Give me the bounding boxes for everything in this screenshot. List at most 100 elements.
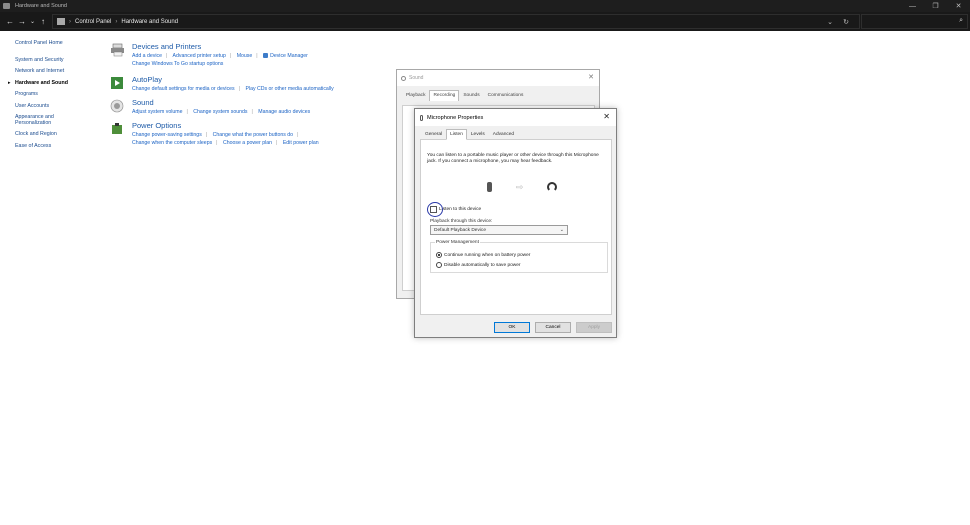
sound-dialog-title-bar: Sound ✕ (397, 70, 599, 86)
category-devices-and-printers: Devices and Printers Add a device | Advan… (110, 43, 308, 68)
breadcrumb-control-panel[interactable]: Control Panel (75, 19, 111, 25)
mic-dialog-title-bar: Microphone Properties ✕ (415, 109, 616, 126)
microphone-icon (420, 114, 423, 121)
maximize-button[interactable]: ❐ (924, 0, 947, 12)
control-panel-icon (3, 3, 10, 9)
link-computer-sleeps[interactable]: Change when the computer sleeps (132, 140, 212, 146)
breadcrumb-hardware-and-sound[interactable]: Hardware and Sound (121, 19, 178, 25)
link-adjust-system-volume[interactable]: Adjust system volume (132, 109, 182, 115)
category-title-power-options[interactable]: Power Options (132, 122, 319, 130)
link-advanced-printer-setup[interactable]: Advanced printer setup (173, 53, 226, 59)
nav-user-accounts[interactable]: User Accounts (15, 103, 95, 109)
listen-description: You can listen to a portable music playe… (427, 153, 599, 164)
category-sound: Sound Adjust system volume | Change syste… (110, 99, 310, 116)
nav-ease-of-access[interactable]: Ease of Access (15, 143, 95, 149)
annotation-circle (427, 202, 443, 217)
breadcrumb-separator-icon: › (69, 18, 71, 25)
tab-advanced[interactable]: Advanced (489, 129, 518, 140)
link-change-default-settings[interactable]: Change default settings for media or dev… (132, 86, 235, 92)
breadcrumb-separator-icon: › (115, 18, 118, 25)
tab-recording[interactable]: Recording (429, 90, 460, 101)
chevron-down-icon[interactable]: ⌄ (560, 227, 564, 233)
category-autoplay: AutoPlay Change default settings for med… (110, 76, 334, 93)
speaker-icon[interactable] (110, 99, 126, 113)
nav-programs[interactable]: Programs (15, 91, 95, 97)
nav-appearance-and-personalization[interactable]: Appearance and Personalization (15, 114, 65, 126)
address-box[interactable]: › Control Panel › Hardware and Sound ⌄ ↻ (52, 14, 860, 29)
power-options-icon[interactable] (110, 122, 126, 136)
headphones-icon (546, 182, 557, 192)
minimize-button[interactable]: — (901, 0, 924, 12)
apply-button[interactable]: Apply (576, 322, 612, 333)
refresh-icon[interactable]: ↻ (843, 18, 849, 26)
link-add-a-device[interactable]: Add a device (132, 53, 162, 59)
nav-system-and-security[interactable]: System and Security (15, 57, 95, 63)
playback-through-label: Playback through this device: (430, 219, 493, 224)
nav-clock-and-region[interactable]: Clock and Region (15, 131, 95, 137)
listen-tab-panel: You can listen to a portable music playe… (420, 139, 612, 315)
tab-levels[interactable]: Levels (467, 129, 489, 140)
forward-arrow-icon[interactable]: → (16, 17, 28, 26)
search-icon[interactable]: ⌕ (959, 17, 963, 25)
playback-device-select[interactable]: Default Playback Device ⌄ (430, 225, 568, 235)
address-dropdown-icon[interactable]: ⌄ (827, 18, 833, 26)
link-change-system-sounds[interactable]: Change system sounds (193, 109, 247, 115)
microphone-icon (487, 182, 492, 192)
radio-disable-automatically-label[interactable]: Disable automatically to save power (444, 263, 521, 268)
listen-illustration: ⇨ (487, 180, 557, 194)
link-edit-power-plan[interactable]: Edit power plan (283, 140, 319, 146)
sound-dialog-close-button[interactable]: ✕ (588, 73, 594, 81)
control-panel-icon (57, 18, 65, 25)
category-power-options: Power Options Change power-saving settin… (110, 122, 319, 147)
playback-device-value: Default Playback Device (434, 227, 486, 233)
radio-continue-running-row[interactable]: Continue running when on battery power (436, 252, 530, 258)
radio-disable-automatically-row[interactable]: Disable automatically to save power (436, 262, 521, 268)
mic-dialog-close-button[interactable]: ✕ (603, 112, 610, 121)
radio-disable-automatically[interactable] (436, 262, 442, 268)
sound-dialog-title: Sound (409, 75, 424, 81)
window-controls: — ❐ ✕ (901, 0, 970, 12)
printer-icon[interactable] (110, 43, 126, 57)
microphone-properties-dialog: Microphone Properties ✕ General Listen L… (414, 108, 617, 338)
tab-listen[interactable]: Listen (446, 129, 467, 140)
back-arrow-icon[interactable]: ← (4, 17, 16, 26)
left-navigation: Control Panel Home System and Security N… (8, 40, 95, 154)
link-manage-audio-devices[interactable]: Manage audio devices (258, 109, 310, 115)
arrow-right-icon: ⇨ (515, 181, 524, 192)
search-input[interactable]: ⌕ (861, 14, 968, 29)
tab-playback[interactable]: Playback (402, 90, 429, 101)
sound-dialog-tabs: Playback Recording Sounds Communications (402, 90, 599, 101)
up-arrow-icon[interactable]: ↑ (37, 17, 49, 26)
category-links: Add a device | Advanced printer setup | Mo… (132, 53, 308, 59)
nav-hardware-and-sound[interactable]: Hardware and Sound (8, 80, 95, 86)
link-choose-power-plan[interactable]: Choose a power plan (223, 140, 272, 146)
nav-network-and-internet[interactable]: Network and Internet (15, 68, 95, 74)
radio-continue-running-label[interactable]: Continue running when on battery power (444, 253, 530, 258)
mic-dialog-tabs: General Listen Levels Advanced (421, 129, 616, 140)
recent-locations-icon[interactable]: ⌄ (28, 18, 37, 25)
close-window-button[interactable]: ✕ (947, 0, 970, 12)
cancel-button[interactable]: Cancel (535, 322, 571, 333)
nav-control-panel-home[interactable]: Control Panel Home (15, 40, 95, 46)
category-title-devices-and-printers[interactable]: Devices and Printers (132, 43, 308, 51)
category-title-autoplay[interactable]: AutoPlay (132, 76, 334, 84)
link-device-manager[interactable]: Device Manager (270, 53, 308, 59)
autoplay-icon[interactable] (110, 76, 126, 90)
window-title-bar: Hardware and Sound — ❐ ✕ (0, 0, 970, 12)
shield-icon (263, 53, 269, 59)
link-play-cds[interactable]: Play CDs or other media automatically (245, 86, 333, 92)
link-change-windows-to-go[interactable]: Change Windows To Go startup options (132, 61, 223, 67)
radio-continue-running[interactable] (436, 252, 442, 258)
tab-sounds[interactable]: Sounds (459, 90, 483, 101)
link-change-power-saving[interactable]: Change power-saving settings (132, 132, 202, 138)
link-power-buttons[interactable]: Change what the power buttons do (213, 132, 293, 138)
link-mouse[interactable]: Mouse (237, 53, 253, 59)
power-management-group: Power Management Continue running when o… (430, 240, 608, 273)
window-title: Hardware and Sound (15, 3, 67, 9)
dialog-buttons: OK Cancel Apply (415, 322, 618, 334)
ok-button[interactable]: OK (494, 322, 530, 333)
category-title-sound[interactable]: Sound (132, 99, 310, 107)
tab-general[interactable]: General (421, 129, 446, 140)
listen-to-device-label[interactable]: Listen to this device (439, 207, 481, 212)
tab-communications[interactable]: Communications (484, 90, 528, 101)
